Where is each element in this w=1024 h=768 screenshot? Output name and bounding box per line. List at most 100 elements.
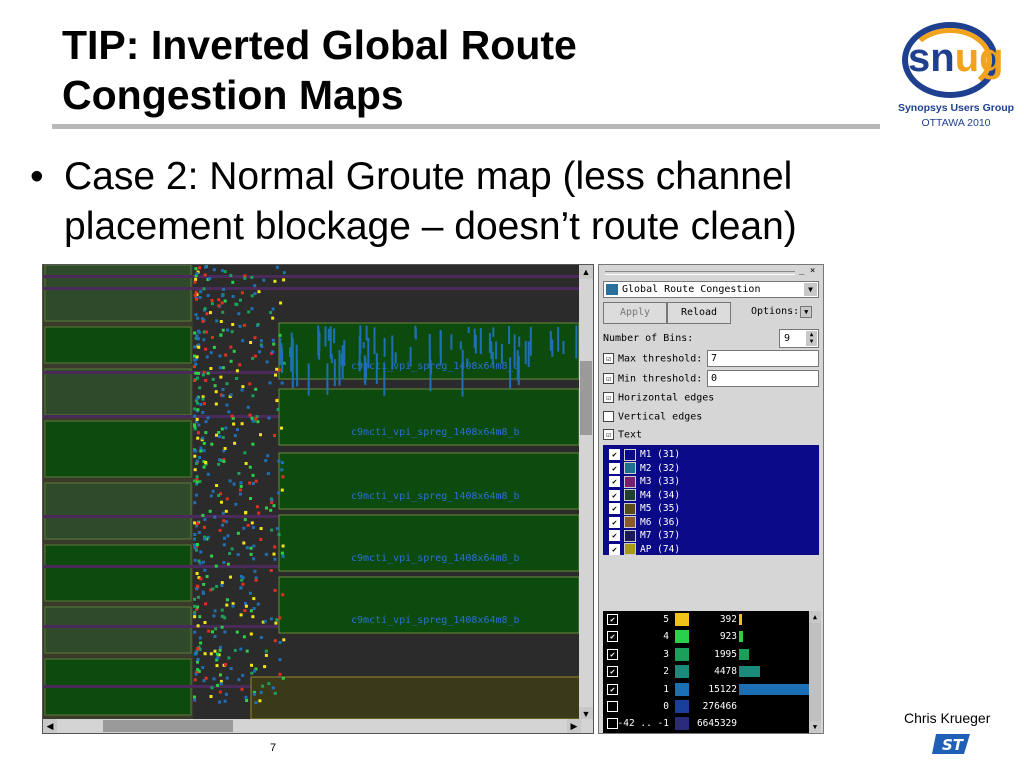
scroll-right-icon[interactable]: ▶ xyxy=(567,719,581,733)
congestion-cell xyxy=(343,340,346,367)
apply-button[interactable]: Apply xyxy=(603,302,667,324)
horizontal-edges-checkbox[interactable]: ☑ xyxy=(603,392,614,403)
congestion-cell xyxy=(221,511,225,515)
bin-row[interactable]: ✔ 2 4478 xyxy=(603,663,809,680)
congestion-cell xyxy=(193,454,197,458)
max-threshold-field[interactable]: 7 xyxy=(707,350,819,367)
layer-label: M5 (35) xyxy=(640,503,681,514)
bin-row[interactable]: ✔ 5 392 xyxy=(603,611,809,628)
congestion-cell xyxy=(193,604,197,608)
layer-checkbox[interactable]: ✔ xyxy=(609,530,620,541)
congestion-cell xyxy=(461,349,464,368)
layer-checkbox[interactable]: ✔ xyxy=(609,543,620,555)
bins-spinbox[interactable]: 9 ▲ ▼ xyxy=(779,329,819,348)
bin-row[interactable]: ✔ 4 923 xyxy=(603,628,809,645)
congestion-cell xyxy=(202,338,206,342)
congestion-cell xyxy=(414,328,417,340)
congestion-cell xyxy=(244,511,247,515)
layer-checkbox[interactable]: ✔ xyxy=(609,503,620,514)
congestion-map-canvas[interactable]: c9mcti_vpi_spreg_1408x64m8_b c9mcti_vpi_s… xyxy=(43,265,581,719)
layer-checkbox[interactable]: ✔ xyxy=(609,449,620,460)
text-label: Text xyxy=(618,429,643,441)
layer-checkbox[interactable]: ✔ xyxy=(609,462,620,474)
congestion-cell xyxy=(220,625,224,629)
layer-item[interactable]: ✔ M7 (37) xyxy=(609,529,680,542)
bin-checkbox[interactable] xyxy=(607,701,618,712)
layer-item[interactable]: ✔ M6 (36) xyxy=(609,516,680,529)
congestion-cell xyxy=(218,435,222,439)
congestion-cell xyxy=(218,528,222,532)
options-menu[interactable]: Options: ▼ xyxy=(751,302,819,324)
min-threshold-field[interactable]: 0 xyxy=(707,370,819,387)
congestion-cell xyxy=(216,683,220,687)
map-type-dropdown[interactable]: Global Route Congestion ▼ xyxy=(603,281,819,298)
bin-list-scrollbar[interactable]: ▲ ▼ xyxy=(809,611,821,733)
congestion-cell xyxy=(251,482,255,485)
bin-row[interactable]: 0 276466 xyxy=(603,698,809,715)
congestion-cell xyxy=(254,578,258,582)
congestion-cell xyxy=(193,293,197,297)
congestion-cell xyxy=(224,426,228,430)
congestion-cell xyxy=(199,641,203,645)
scroll-thumb[interactable] xyxy=(580,361,592,435)
max-threshold-checkbox[interactable]: ☑ xyxy=(603,353,614,364)
chevron-down-icon[interactable]: ▼ xyxy=(804,283,817,296)
bin-checkbox[interactable]: ✔ xyxy=(607,614,618,625)
layer-item[interactable]: ✔ M4 (34) xyxy=(609,489,680,502)
text-checkbox[interactable]: ☑ xyxy=(603,429,614,440)
panel-close-icons[interactable]: _ × xyxy=(799,266,815,276)
congestion-cell xyxy=(259,527,263,530)
layer-checkbox[interactable]: ✔ xyxy=(609,516,620,528)
congestion-cell xyxy=(217,431,221,434)
bin-row[interactable]: ✔ 3 1995 xyxy=(603,646,809,663)
congestion-cell xyxy=(318,333,321,351)
scroll-up-icon[interactable]: ▲ xyxy=(579,265,593,279)
map-vertical-scrollbar[interactable]: ▲ ▼ xyxy=(579,265,593,721)
congestion-cell xyxy=(240,291,244,295)
congestion-cell xyxy=(198,480,202,484)
bin-checkbox[interactable] xyxy=(607,718,618,730)
bin-bar xyxy=(739,631,744,643)
congestion-cell xyxy=(269,508,273,512)
bin-level: 2 xyxy=(663,666,669,678)
scroll-down-icon[interactable]: ▼ xyxy=(809,721,821,733)
bin-checkbox[interactable]: ✔ xyxy=(607,631,618,643)
congestion-cell xyxy=(362,342,365,349)
layer-checkbox[interactable]: ✔ xyxy=(609,489,620,501)
layer-checkbox[interactable]: ✔ xyxy=(609,476,620,487)
congestion-cell xyxy=(218,690,222,694)
congestion-cell xyxy=(224,663,227,667)
layer-item[interactable]: ✔ M2 (32) xyxy=(609,462,680,475)
bin-count: 6645329 xyxy=(696,718,737,730)
congestion-cell xyxy=(196,431,200,435)
vertical-edges-checkbox[interactable] xyxy=(603,411,614,422)
congestion-cell xyxy=(246,405,250,409)
bin-checkbox[interactable]: ✔ xyxy=(607,666,618,678)
map-horizontal-scrollbar[interactable]: ◀ ▶ xyxy=(43,719,593,733)
layer-item[interactable]: ✔ M1 (31) xyxy=(609,448,680,461)
scroll-left-icon[interactable]: ◀ xyxy=(43,719,57,733)
reload-button[interactable]: Reload xyxy=(667,302,731,324)
congestion-cell xyxy=(277,459,281,463)
congestion-cell xyxy=(206,416,210,420)
bin-checkbox[interactable]: ✔ xyxy=(607,648,618,660)
bin-checkbox[interactable]: ✔ xyxy=(607,683,618,695)
layer-item[interactable]: ✔ M3 (33) xyxy=(609,475,680,488)
congestion-cell xyxy=(203,273,207,277)
congestion-bin-list[interactable]: ✔ 5 392 ✔ 4 923 ✔ 3 1995 ✔ 2 4478 ✔ 1 15122 0 276466 -42 … xyxy=(603,611,811,733)
scroll-thumb-horizontal[interactable] xyxy=(103,720,233,732)
congestion-map-view[interactable]: c9mcti_vpi_spreg_1408x64m8_b c9mcti_vpi_s… xyxy=(42,264,594,734)
scroll-up-icon[interactable]: ▲ xyxy=(809,611,821,623)
bin-row[interactable]: ✔ 1 15122 xyxy=(603,681,811,698)
layer-list[interactable]: ✔ M1 (31) ✔ M2 (32) ✔ M3 (33) ✔ M4 (34) ✔ M5 (35)… xyxy=(603,445,819,555)
congestion-cell xyxy=(193,678,197,682)
layer-item[interactable]: ✔ AP (74) xyxy=(609,543,680,556)
panel-grip[interactable] xyxy=(605,271,795,275)
min-threshold-checkbox[interactable]: ☑ xyxy=(603,373,614,384)
congestion-cell xyxy=(282,278,286,282)
bin-row[interactable]: -42 .. -1 6645329 xyxy=(603,715,809,732)
spinner-icon[interactable]: ▲ ▼ xyxy=(806,331,817,346)
layer-item[interactable]: ✔ M5 (35) xyxy=(609,502,680,515)
congestion-cell xyxy=(220,584,224,587)
congestion-cell xyxy=(230,547,234,551)
